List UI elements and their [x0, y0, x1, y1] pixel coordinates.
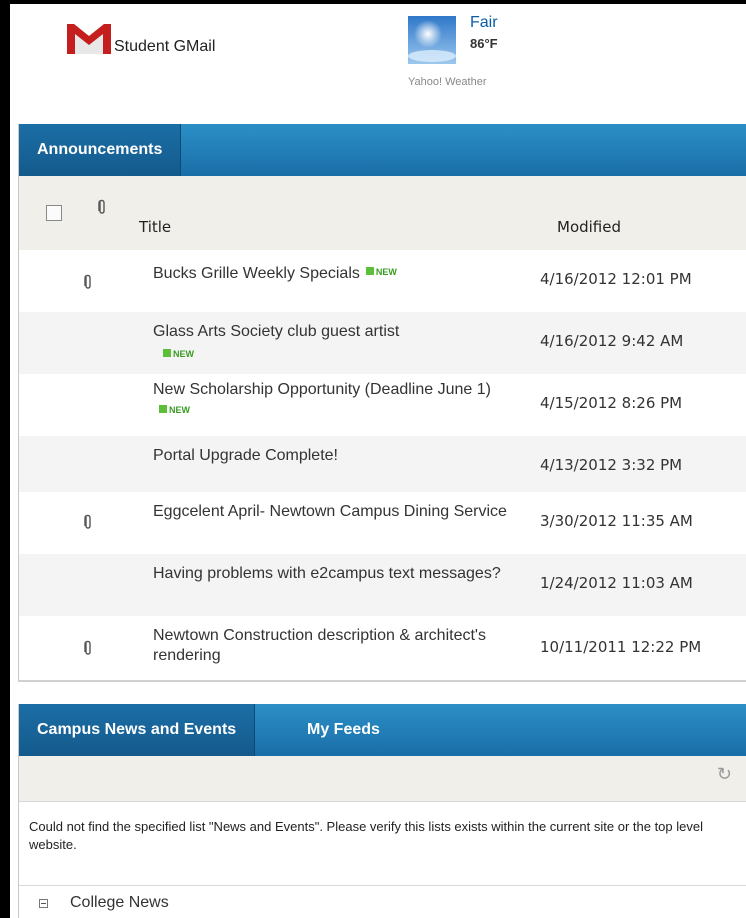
announcements-webpart: Announcements Title Modified Bucks Grill…	[18, 124, 746, 682]
new-star-icon	[365, 267, 374, 275]
announcement-title-link[interactable]: Bucks Grille Weekly Specials NEW	[153, 262, 513, 284]
window-border-top	[0, 0, 746, 4]
announcement-title-text[interactable]: Newtown Construction description & archi…	[153, 627, 486, 664]
gmail-label[interactable]: Student GMail	[114, 38, 215, 56]
column-title[interactable]: Title	[139, 218, 171, 236]
announcement-modified-date: 4/16/2012 12:01 PM	[540, 270, 692, 288]
announcement-modified-date: 4/13/2012 3:32 PM	[540, 456, 683, 474]
attachment-icon	[84, 274, 91, 289]
announcement-row[interactable]: Having problems with e2campus text messa…	[19, 554, 746, 616]
college-news-section[interactable]: College News	[19, 894, 169, 912]
announcement-title-text[interactable]: Glass Arts Society club guest artist	[153, 323, 399, 340]
new-badge-label: NEW	[169, 405, 190, 415]
sunny-weather-icon	[408, 16, 456, 64]
new-badge-label: NEW	[173, 349, 194, 359]
announcement-modified-date: 1/24/2012 11:03 AM	[540, 574, 693, 592]
announcement-row[interactable]: Eggcelent April- Newtown Campus Dining S…	[19, 492, 746, 554]
weather-source-link[interactable]: Yahoo! Weather	[408, 76, 486, 88]
new-badge: NEW	[163, 344, 513, 364]
announcement-row[interactable]: Bucks Grille Weekly Specials NEW 4/16/2012…	[19, 250, 746, 312]
select-all-checkbox[interactable]	[46, 205, 62, 221]
announcement-modified-date: 4/16/2012 9:42 AM	[540, 332, 684, 350]
gmail-icon	[67, 24, 111, 54]
announcement-title-link[interactable]: Eggcelent April- Newtown Campus Dining S…	[153, 502, 513, 522]
column-modified[interactable]: Modified	[557, 218, 621, 236]
announcement-title-link[interactable]: Portal Upgrade Complete!	[153, 446, 513, 466]
announcement-title-text[interactable]: Portal Upgrade Complete!	[153, 447, 338, 464]
refresh-icon[interactable]: ↻	[717, 764, 732, 785]
new-badge: NEW	[159, 400, 190, 420]
announcement-title-link[interactable]: Having problems with e2campus text messa…	[153, 564, 513, 584]
news-error-message: Could not find the specified list "News …	[19, 802, 746, 886]
announcement-row[interactable]: Glass Arts Society club guest artist NEW 4…	[19, 312, 746, 374]
student-gmail-link[interactable]: Student GMail	[64, 18, 215, 56]
announcement-title-link[interactable]: Newtown Construction description & archi…	[153, 626, 513, 666]
window-border-left	[0, 0, 10, 918]
campus-news-webpart: Campus News and Events My Feeds ↻ Could …	[18, 704, 746, 918]
attachment-column-icon	[98, 199, 105, 214]
new-badge-label: NEW	[375, 267, 397, 277]
college-news-label[interactable]: College News	[70, 894, 169, 912]
weather-condition: Fair	[470, 14, 498, 31]
new-star-icon	[163, 349, 171, 357]
attachment-icon	[84, 640, 91, 655]
tab-campus-news[interactable]: Campus News and Events	[19, 704, 256, 756]
tab-announcements[interactable]: Announcements	[19, 124, 182, 176]
new-star-icon	[159, 405, 167, 413]
news-header: Campus News and Events My Feeds	[19, 704, 746, 756]
weather-temperature: 86°F	[470, 36, 498, 51]
announcement-title-link[interactable]: New Scholarship Opportunity (Deadline Ju…	[153, 380, 513, 422]
announcement-title-text[interactable]: Having problems with e2campus text messa…	[153, 565, 501, 582]
news-toolbar: ↻	[19, 756, 746, 802]
announcement-title-text[interactable]: Eggcelent April- Newtown Campus Dining S…	[153, 503, 507, 520]
tab-my-feeds[interactable]: My Feeds	[289, 704, 398, 756]
announcement-title-link[interactable]: Glass Arts Society club guest artist NEW	[153, 322, 513, 364]
announcement-modified-date: 3/30/2012 11:35 AM	[540, 512, 693, 530]
new-badge: NEW	[365, 262, 397, 282]
announcements-header: Announcements	[19, 124, 746, 176]
announcement-row[interactable]: Newtown Construction description & archi…	[19, 616, 746, 680]
attachment-icon	[84, 514, 91, 529]
announcement-title-text[interactable]: New Scholarship Opportunity (Deadline Ju…	[153, 381, 491, 398]
announcements-column-header	[19, 176, 746, 250]
announcement-modified-date: 4/15/2012 8:26 PM	[540, 394, 683, 412]
announcement-row[interactable]: New Scholarship Opportunity (Deadline Ju…	[19, 374, 746, 436]
announcement-title-text[interactable]: Bucks Grille Weekly Specials	[153, 265, 360, 282]
announcement-modified-date: 10/11/2011 12:22 PM	[540, 638, 702, 656]
announcement-row[interactable]: Portal Upgrade Complete! 4/13/2012 3:32 P…	[19, 436, 746, 492]
collapse-icon[interactable]	[39, 898, 48, 908]
